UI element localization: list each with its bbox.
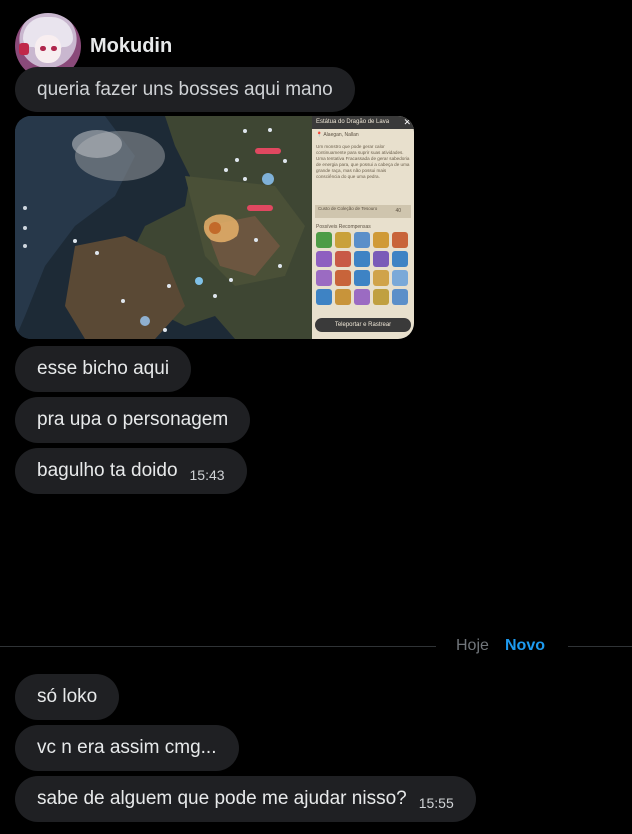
message-timestamp: 15:55	[418, 795, 454, 811]
reward-item-icon	[335, 270, 351, 286]
message-text: vc n era assim cmg...	[37, 737, 217, 758]
message-text: esse bicho aqui	[37, 358, 170, 379]
message-bubble[interactable]: pra upa o personagem	[15, 397, 251, 443]
reward-item-icon	[335, 289, 351, 305]
close-icon: ✕	[403, 117, 411, 127]
reward-item-icon	[335, 232, 351, 248]
panel-title: Estátua do Dragão de Lava	[312, 116, 414, 129]
sender-name[interactable]: Mokudin	[90, 35, 172, 58]
image-attachment[interactable]: Estátua do Dragão de Lava ✕ 📍 Alaegan, N…	[15, 116, 414, 339]
reward-item-icon	[335, 251, 351, 267]
teleport-button: Teleportar e Rastrear	[315, 318, 411, 332]
reward-item-icon	[316, 251, 332, 267]
game-map	[15, 116, 312, 339]
map-illustration	[15, 116, 312, 339]
message-bubble[interactable]: esse bicho aqui	[15, 346, 192, 392]
reward-item-icon	[354, 289, 370, 305]
reward-item-icon	[316, 289, 332, 305]
divider-line-right	[568, 646, 632, 647]
reward-item-icon	[354, 251, 370, 267]
message-text: bagulho ta doido	[37, 460, 178, 481]
reward-grid	[316, 232, 410, 305]
message-bubble[interactable]: queria fazer uns bosses aqui mano	[15, 67, 355, 112]
reward-item-icon	[392, 251, 408, 267]
reward-item-icon	[392, 289, 408, 305]
reward-item-icon	[373, 270, 389, 286]
panel-rewards-label: Possíveis Recompensas	[316, 224, 371, 230]
reward-item-icon	[354, 270, 370, 286]
divider-line-left	[0, 646, 436, 647]
boss-info-panel: Estátua do Dragão de Lava ✕ 📍 Alaegan, N…	[312, 116, 414, 339]
reward-item-icon	[373, 251, 389, 267]
message-bubble[interactable]: só loko	[15, 674, 120, 720]
message-bubble[interactable]: vc n era assim cmg...	[15, 725, 239, 771]
reward-item-icon	[373, 289, 389, 305]
message-bubble[interactable]: bagulho ta doido 15:43	[15, 448, 247, 494]
reward-item-icon	[392, 232, 408, 248]
reward-item-icon	[392, 270, 408, 286]
reward-item-icon	[373, 232, 389, 248]
message-text: só loko	[37, 686, 98, 707]
divider-today-label: Hoje	[456, 637, 489, 654]
message-text: queria fazer uns bosses aqui mano	[37, 78, 333, 100]
message-text: sabe de alguem que pode me ajudar nisso?	[37, 788, 407, 809]
panel-location: 📍 Alaegan, Nallan	[316, 132, 359, 138]
message-text: pra upa o personagem	[37, 409, 229, 430]
divider-new-label: Novo	[505, 637, 545, 654]
panel-cost: Custo de Coleção de Tesouro 40	[315, 205, 411, 218]
reward-item-icon	[316, 270, 332, 286]
panel-description: Um monstro que pode gerar calor continua…	[316, 144, 410, 179]
reward-item-icon	[316, 232, 332, 248]
message-timestamp: 15:43	[189, 467, 225, 483]
message-bubble[interactable]: sabe de alguem que pode me ajudar nisso?…	[15, 776, 476, 822]
panel-cost-value: 40	[395, 208, 401, 214]
reward-item-icon	[354, 232, 370, 248]
